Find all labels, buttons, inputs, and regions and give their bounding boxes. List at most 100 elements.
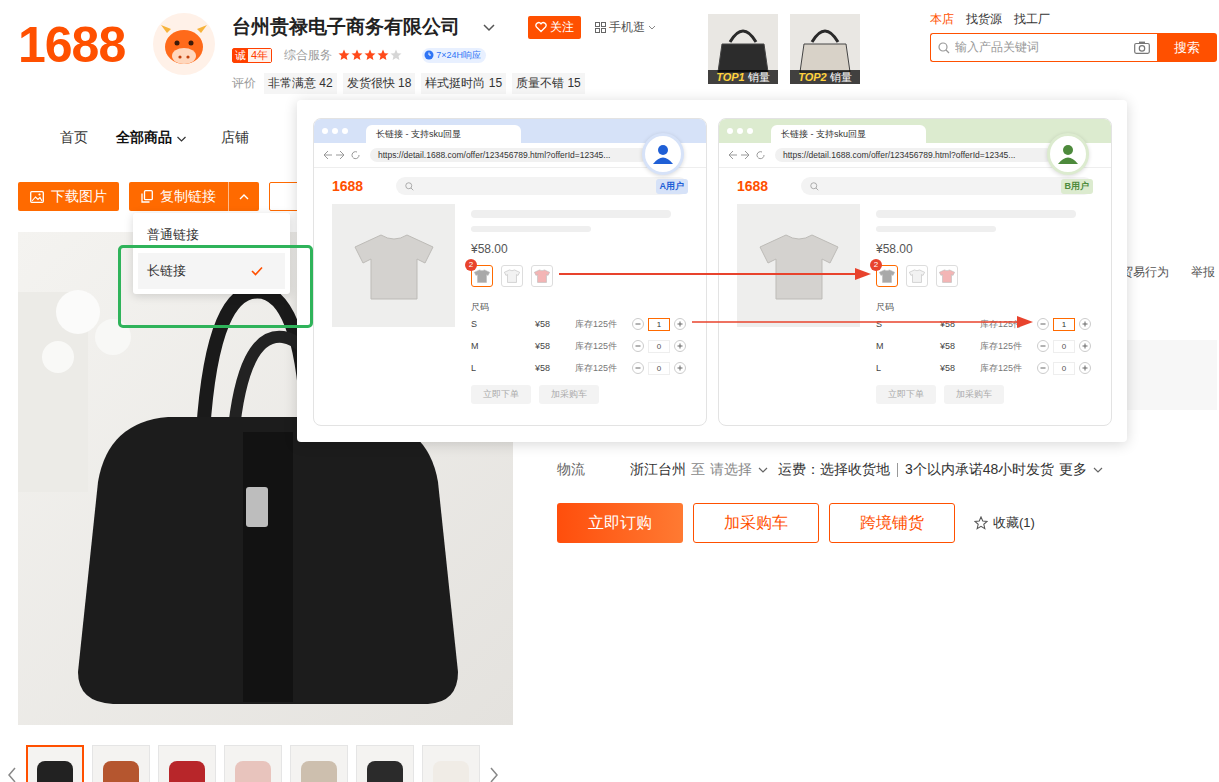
favorite-button[interactable]: 收藏(1) <box>974 514 1035 532</box>
quantity-stepper[interactable]: 1 <box>1037 318 1091 331</box>
minus-icon[interactable] <box>632 362 644 374</box>
search-tab[interactable]: 找工厂 <box>1014 11 1050 28</box>
download-images-button[interactable]: 下载图片 <box>18 182 119 211</box>
color-swatch[interactable]: 2 <box>876 265 898 287</box>
action-button[interactable]: 跨境铺货 <box>829 503 955 543</box>
chevron-right-icon[interactable] <box>488 765 500 782</box>
minus-icon[interactable] <box>632 318 644 330</box>
nav-item[interactable]: 首页 <box>60 129 88 147</box>
gallery-thumbnail[interactable] <box>224 745 282 782</box>
action-button[interactable]: 立即订购 <box>557 503 683 543</box>
size-row: L¥58库存125件0 <box>471 357 688 379</box>
plus-icon[interactable] <box>1079 340 1091 352</box>
color-swatch[interactable] <box>531 265 553 287</box>
gallery-thumbnail[interactable] <box>356 745 414 782</box>
browser-window: 长链接 - 支持sku回显https://detail.1688.com/off… <box>718 118 1112 426</box>
tshirt-icon <box>879 269 895 283</box>
demo-button: 加采购车 <box>944 385 1004 404</box>
side-link[interactable]: 贸易行为 <box>1121 264 1169 281</box>
plus-icon[interactable] <box>674 318 686 330</box>
top-product[interactable]: TOP1 销量 <box>708 14 778 84</box>
address-bar: https://detail.1688.com/offer/123456789.… <box>775 148 1053 162</box>
review-tag[interactable]: 非常满意 42 <box>264 73 337 94</box>
action-button[interactable]: 加采购车 <box>693 503 819 543</box>
image-icon <box>30 191 44 203</box>
follow-button[interactable]: 关注 <box>528 16 581 39</box>
plus-icon[interactable] <box>1079 318 1091 330</box>
top-product[interactable]: TOP2 销量 <box>790 14 860 84</box>
tshirt-icon <box>504 269 520 283</box>
response-badge: 7×24H响应 <box>422 48 486 63</box>
search-tab[interactable]: 本店 <box>930 11 954 28</box>
menu-item[interactable]: 普通链接 <box>138 217 285 253</box>
gallery-thumbnail[interactable] <box>92 745 150 782</box>
plus-icon[interactable] <box>674 340 686 352</box>
search-input[interactable]: 输入产品关键词 <box>930 33 1157 62</box>
size-row: S¥58库存125件1 <box>876 313 1093 335</box>
shop-name[interactable]: 台州贵禄电子商务有限公司 <box>232 14 460 40</box>
review-tag[interactable]: 质量不错 15 <box>512 73 585 94</box>
chevron-down-icon[interactable] <box>482 20 496 34</box>
mobile-link[interactable]: 手机逛 <box>595 19 656 36</box>
nav-item[interactable]: 全部商品 <box>116 129 187 147</box>
copy-link-group: 复制链接 <box>129 182 259 211</box>
camera-icon[interactable] <box>1134 41 1150 54</box>
review-tag[interactable]: 发货很快 18 <box>343 73 416 94</box>
minus-icon[interactable] <box>632 340 644 352</box>
shipping-fee[interactable]: 运费：选择收货地 <box>778 461 890 479</box>
browser-tab: 长链接 - 支持sku回显 <box>366 125 521 143</box>
site-logo[interactable]: 1688 <box>18 15 153 75</box>
review-tag[interactable]: 样式挺时尚 15 <box>421 73 506 94</box>
quantity-stepper[interactable]: 0 <box>632 362 686 375</box>
thumbnail-strip <box>6 745 513 782</box>
gallery-thumbnail[interactable] <box>26 745 84 782</box>
minus-icon[interactable] <box>1037 318 1049 330</box>
chevron-left-icon[interactable] <box>6 765 18 782</box>
star-icon <box>351 49 363 61</box>
action-buttons: 立即订购加采购车跨境铺货 收藏(1) <box>557 503 1217 543</box>
destination-select[interactable]: 请选择 <box>710 461 752 479</box>
gallery-thumbnail[interactable] <box>158 745 216 782</box>
gallery-thumbnail[interactable] <box>290 745 348 782</box>
size-row: M¥58库存125件0 <box>471 335 688 357</box>
quantity-stepper[interactable]: 1 <box>632 318 686 331</box>
plus-icon[interactable] <box>1079 362 1091 374</box>
search-button[interactable]: 搜索 <box>1157 33 1217 62</box>
minus-icon[interactable] <box>1037 340 1049 352</box>
grid-icon <box>595 22 606 33</box>
copy-link-menu-toggle[interactable] <box>228 182 259 211</box>
reviews-label: 评价 <box>232 75 256 92</box>
plus-icon[interactable] <box>674 362 686 374</box>
heart-icon <box>535 21 547 33</box>
menu-item[interactable]: 长链接 <box>138 253 285 289</box>
quantity-stepper[interactable]: 0 <box>1037 340 1091 353</box>
size-row: L¥58库存125件0 <box>876 357 1093 379</box>
quantity-stepper[interactable]: 0 <box>632 340 686 353</box>
shop-page: 1688台州贵禄电子商务有限公司关注手机逛诚4年综合服务7×24H响应评价非常满… <box>0 0 1219 782</box>
more-link[interactable]: 更多 <box>1059 461 1087 479</box>
copy-link-button[interactable]: 复制链接 <box>129 182 228 211</box>
minus-icon[interactable] <box>1037 362 1049 374</box>
shop-avatar[interactable] <box>153 13 215 75</box>
copy-icon <box>141 190 153 203</box>
side-link[interactable]: 举报 <box>1191 264 1215 281</box>
top-products: TOP1 销量TOP2 销量 <box>708 14 860 84</box>
gallery-thumbnail[interactable] <box>422 745 480 782</box>
color-swatch[interactable]: 2 <box>471 265 493 287</box>
search-tab[interactable]: 找货源 <box>966 11 1002 28</box>
chevron-down-icon[interactable] <box>757 464 769 476</box>
search-icon <box>405 182 414 191</box>
credit-badge: 诚4年 <box>232 48 272 63</box>
size-row: M¥58库存125件0 <box>876 335 1093 357</box>
chevron-down-icon[interactable] <box>1092 464 1104 476</box>
star-icon <box>338 49 350 61</box>
nav-item[interactable]: 店铺 <box>221 129 249 147</box>
tshirt-icon <box>353 231 435 301</box>
quantity-stepper[interactable]: 0 <box>1037 362 1091 375</box>
user-label: B用户 <box>1061 179 1094 194</box>
color-swatch[interactable] <box>936 265 958 287</box>
tshirt-icon <box>758 231 840 301</box>
color-swatch[interactable] <box>906 265 928 287</box>
color-swatch[interactable] <box>501 265 523 287</box>
demo-button: 加采购车 <box>539 385 599 404</box>
